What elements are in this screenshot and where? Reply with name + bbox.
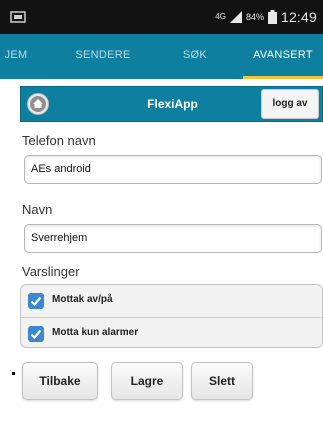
active-tab-indicator: [243, 76, 323, 79]
logout-button[interactable]: logg av: [261, 89, 319, 119]
battery-percent: 84%: [245, 12, 264, 22]
tab-avansert[interactable]: AVANSERT: [243, 34, 323, 79]
checkmark-icon: [30, 296, 42, 307]
phone-name-label: Telefon navn: [22, 133, 96, 148]
edge-marker: [12, 372, 15, 375]
notifications-label: Varslinger: [22, 264, 80, 279]
checkbox-row-alarms-only[interactable]: Motta kun alarmer: [21, 317, 322, 347]
status-bar: 4G 84% 12:49: [0, 0, 323, 34]
save-button[interactable]: Lagre: [111, 362, 183, 400]
checkbox-label-on-off: Mottak av/på: [52, 294, 113, 305]
app-panel: FlexiApp logg av Telefon navn AEs androi…: [20, 86, 323, 432]
signal-icon: [229, 11, 242, 23]
checkbox-on-off[interactable]: [28, 293, 44, 309]
checkmark-icon: [30, 329, 42, 340]
notifications-checkbox-group: Mottak av/på Motta kun alarmer: [20, 284, 323, 348]
tab-sok[interactable]: SØK: [170, 34, 220, 79]
network-type: 4G: [215, 12, 226, 21]
tab-jem[interactable]: JEM: [0, 34, 36, 79]
name-input[interactable]: Sverrehjem: [24, 224, 322, 253]
app-header: FlexiApp logg av: [20, 86, 323, 122]
notification-icon: [10, 11, 26, 23]
back-button[interactable]: Tilbake: [22, 362, 98, 400]
name-label: Navn: [22, 202, 53, 217]
delete-button[interactable]: Slett: [191, 362, 253, 400]
checkbox-row-on-off[interactable]: Mottak av/på: [21, 285, 322, 317]
tab-sendere[interactable]: SENDERE: [70, 34, 136, 79]
battery-icon: [267, 10, 277, 24]
phone-name-input[interactable]: AEs android: [24, 155, 322, 184]
checkbox-alarms-only[interactable]: [28, 326, 44, 342]
clock: 12:49: [280, 9, 317, 25]
checkbox-label-alarms-only: Motta kun alarmer: [52, 327, 139, 338]
tab-bar: JEM SENDERE SØK AVANSERT: [0, 34, 323, 79]
